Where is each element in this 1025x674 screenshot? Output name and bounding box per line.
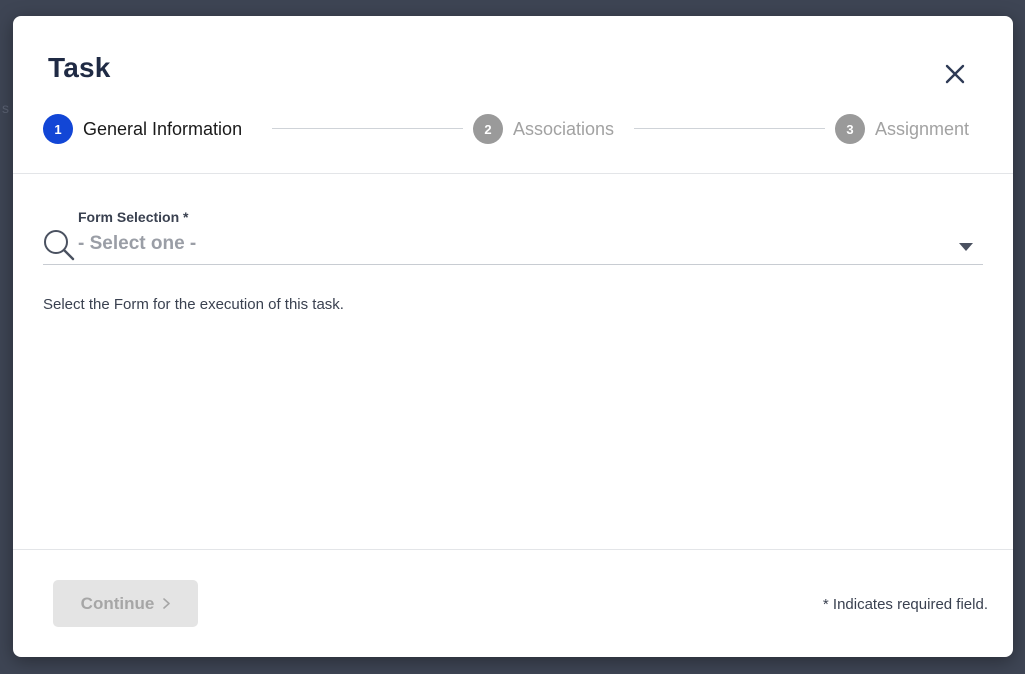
form-selection-select[interactable]: - Select one - (43, 228, 983, 264)
footer-divider (13, 549, 1013, 550)
step-3-number: 3 (835, 114, 865, 144)
close-icon (945, 64, 965, 84)
step-1-label[interactable]: General Information (83, 119, 242, 140)
continue-label: Continue (80, 593, 155, 613)
task-dialog: Task 1 General Information 2 Association… (13, 16, 1013, 657)
step-2-number: 2 (473, 114, 503, 144)
select-underline (43, 264, 983, 265)
step-connector (634, 128, 825, 129)
step-1-number: 1 (43, 114, 73, 144)
search-icon (44, 230, 75, 261)
select-value: - Select one - (78, 233, 197, 254)
form-selection-label: Form Selection * (78, 209, 189, 225)
close-button[interactable] (938, 61, 972, 87)
stepper: 1 General Information 2 Associations 3 A… (13, 113, 1013, 145)
step-3-label[interactable]: Assignment (875, 119, 969, 140)
dialog-title: Task (48, 52, 111, 83)
header-divider (13, 173, 1013, 174)
caret-down-icon (959, 243, 973, 251)
step-2-label[interactable]: Associations (513, 119, 614, 140)
backdrop-text: s (2, 100, 9, 116)
helper-text: Select the Form for the execution of thi… (43, 296, 344, 313)
continue-button[interactable]: Continue (53, 580, 198, 627)
step-connector (272, 128, 463, 129)
chevron-right-icon (163, 598, 171, 609)
required-field-note: * Indicates required field. (822, 596, 988, 613)
